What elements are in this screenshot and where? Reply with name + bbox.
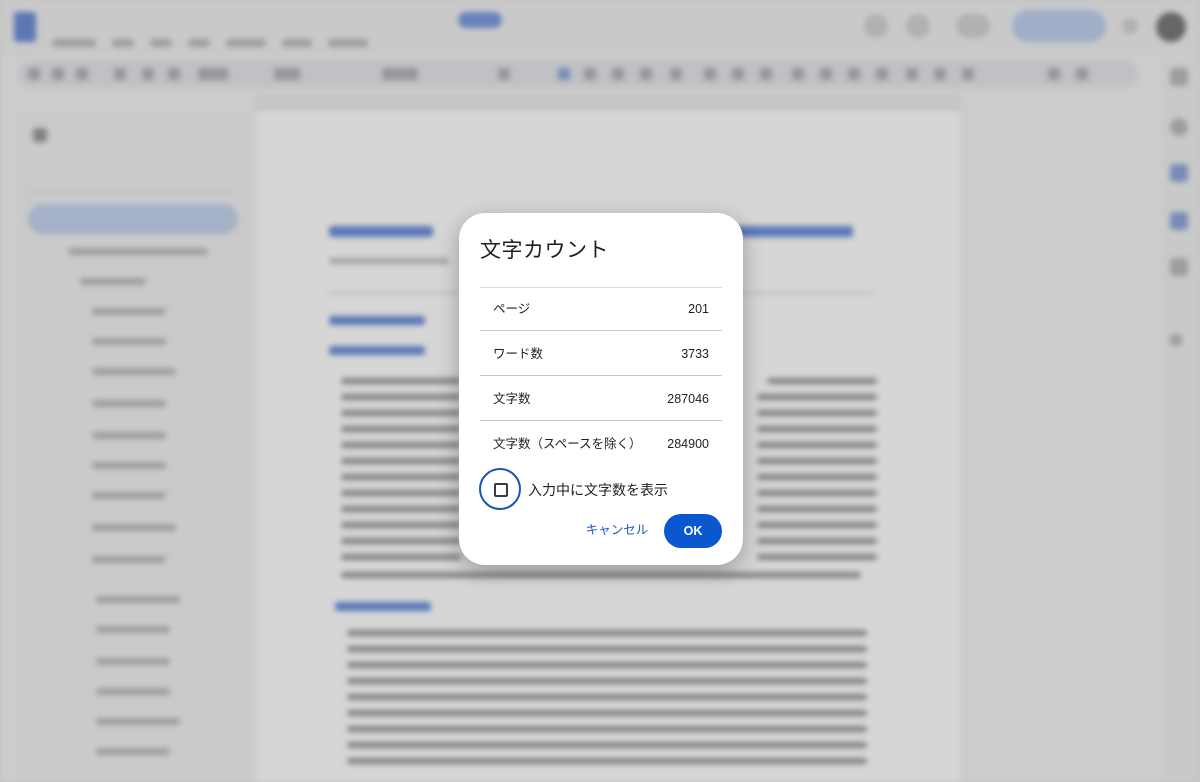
- ok-button[interactable]: OK: [664, 514, 722, 548]
- dialog-title: 文字カウント: [480, 239, 609, 262]
- stat-row-words: ワード数 3733: [480, 332, 722, 376]
- stat-value: 201: [688, 302, 709, 316]
- stat-label: 文字数（スペースを除く）: [493, 437, 642, 451]
- word-count-dialog: 文字カウント ページ 201 ワード数 3733 文字数 287046 文字数（…: [459, 213, 743, 565]
- display-count-checkbox-label[interactable]: 入力中に文字数を表示: [528, 480, 668, 500]
- stat-row-characters-no-spaces: 文字数（スペースを除く） 284900: [480, 422, 722, 466]
- checkbox-square-icon: [494, 483, 508, 497]
- stat-value: 3733: [681, 347, 709, 361]
- stat-row-pages: ページ 201: [480, 287, 722, 331]
- display-count-checkbox[interactable]: [479, 468, 521, 510]
- cancel-button[interactable]: キャンセル: [577, 514, 657, 546]
- stat-row-characters: 文字数 287046: [480, 377, 722, 421]
- stat-label: ページ: [493, 302, 531, 316]
- stat-label: 文字数: [493, 392, 531, 406]
- stat-label: ワード数: [493, 347, 544, 361]
- stat-value: 284900: [667, 437, 709, 451]
- stat-value: 287046: [667, 392, 709, 406]
